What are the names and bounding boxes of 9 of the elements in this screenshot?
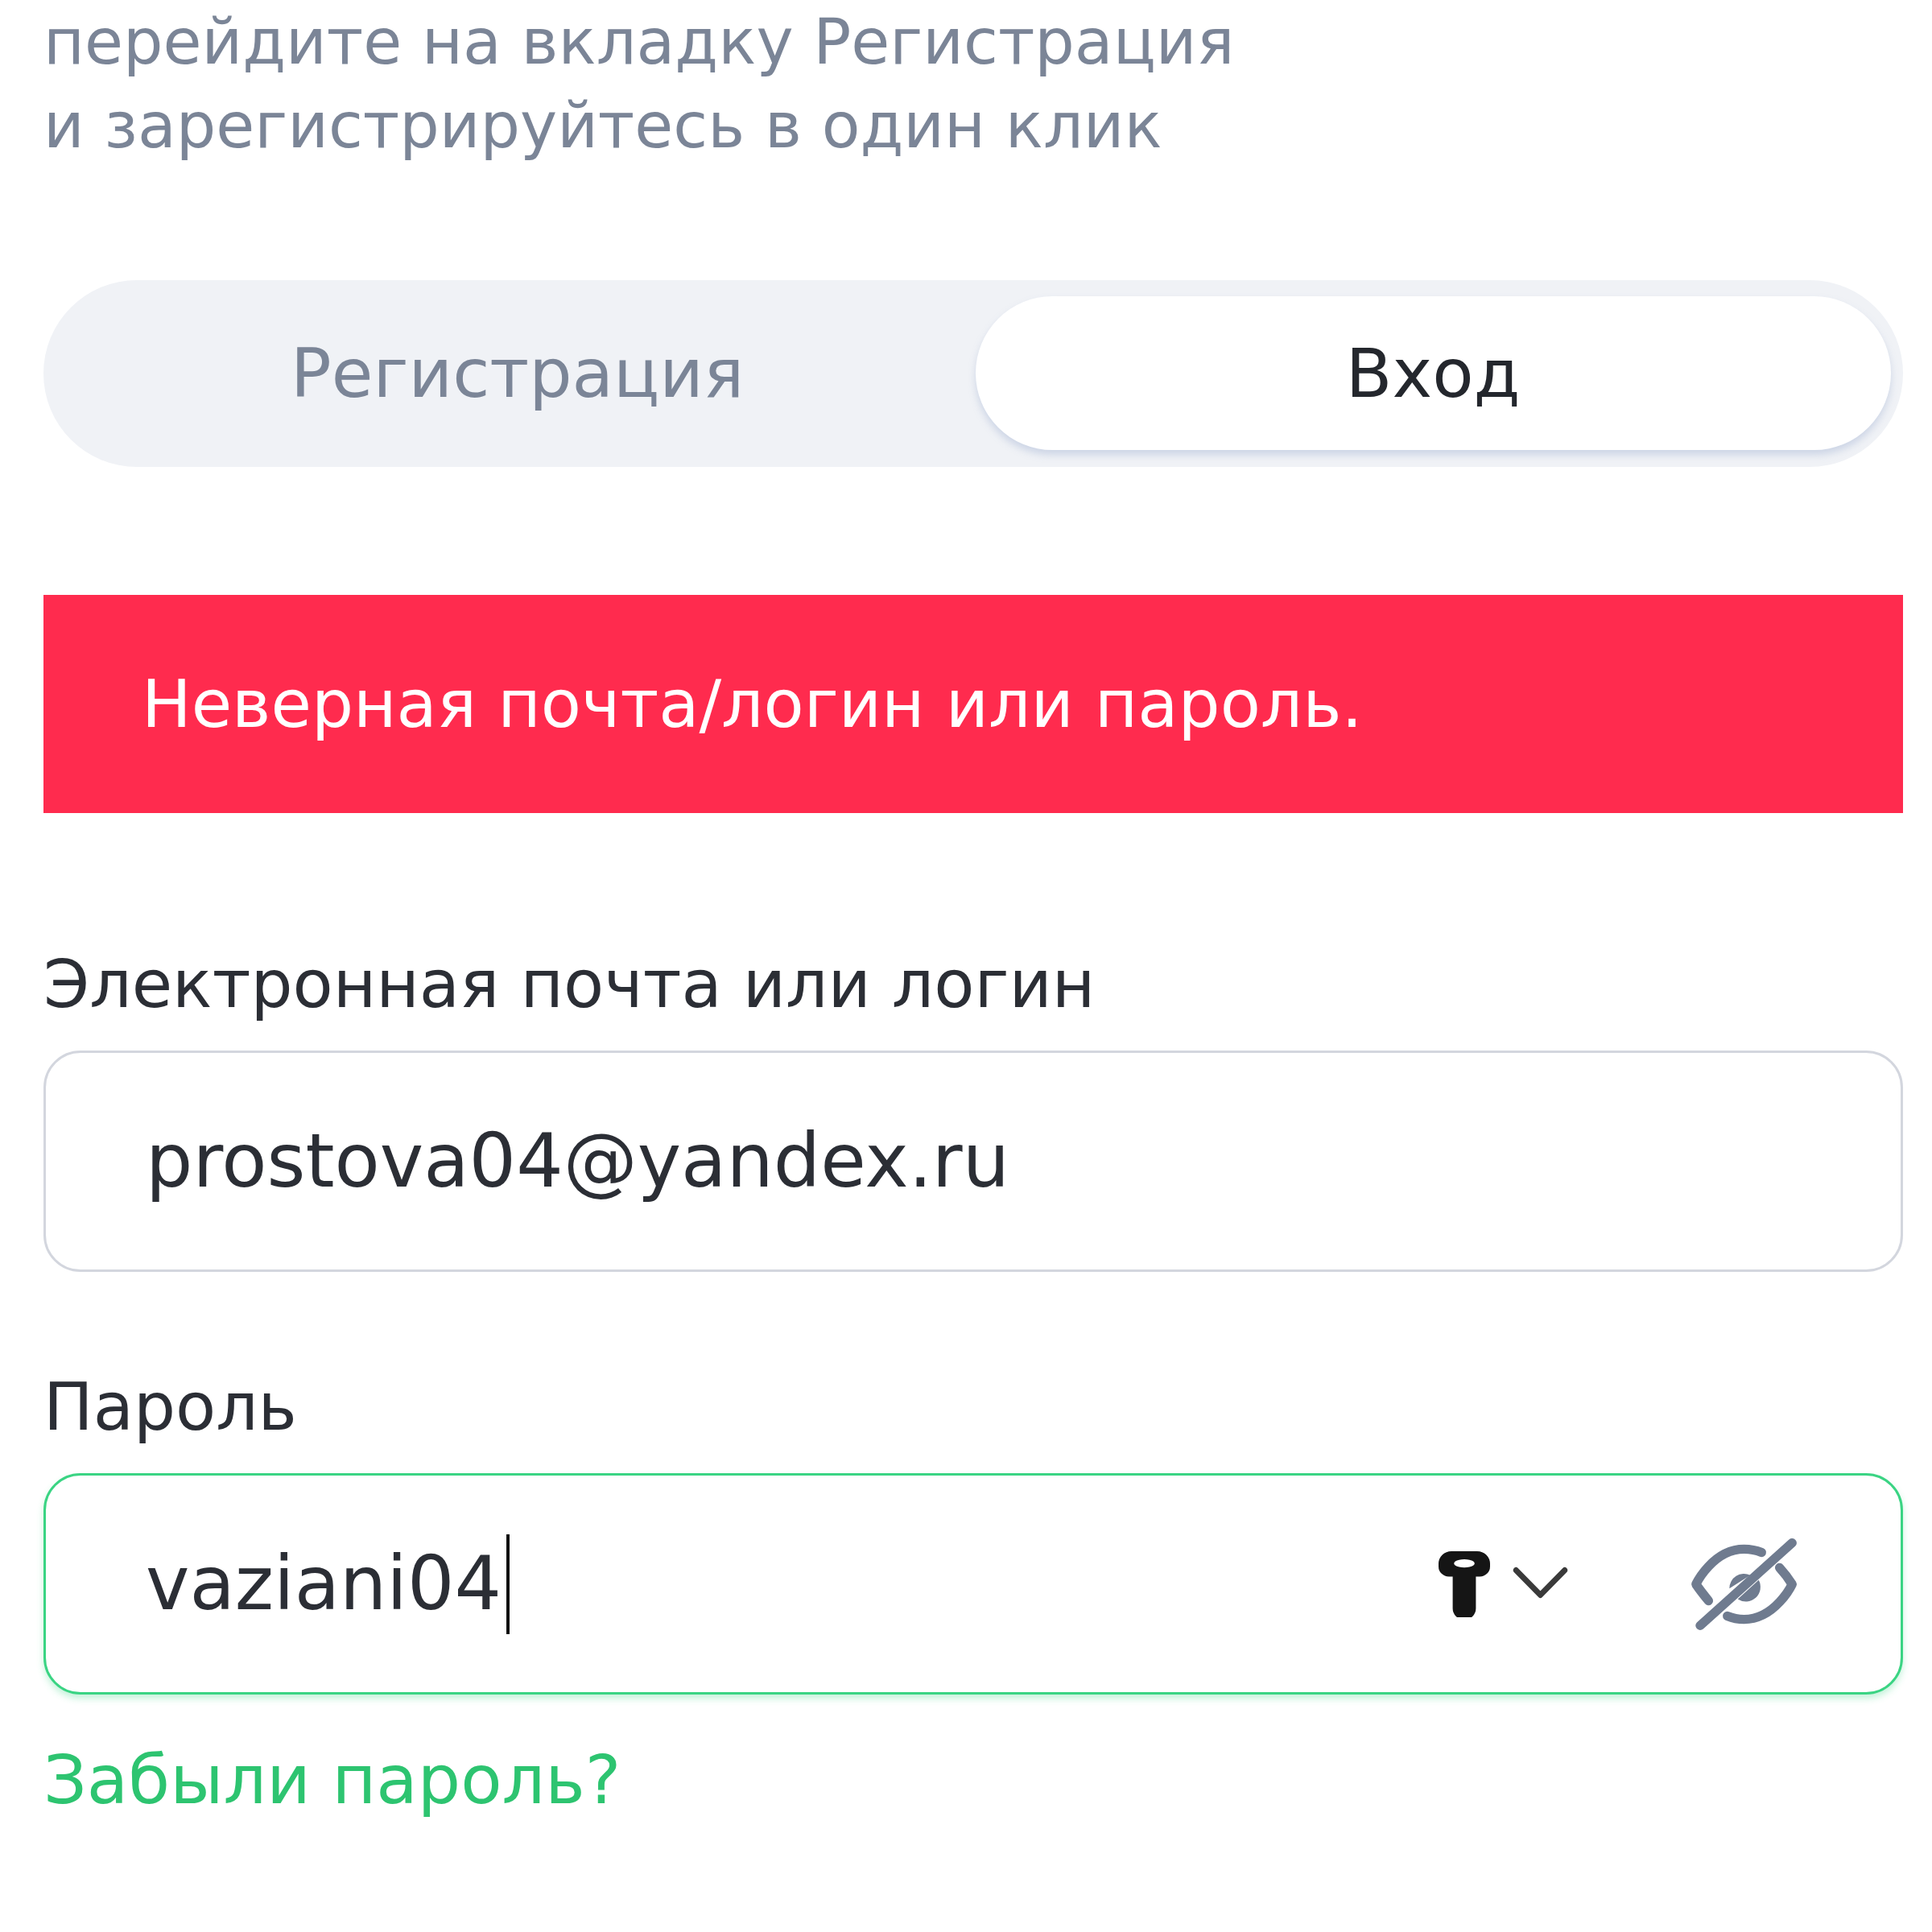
error-message: Неверная почта/логин или пароль.: [43, 595, 1903, 813]
password-field[interactable]: vaziani04: [43, 1473, 1903, 1695]
field-label: Электронная почта или логин: [43, 945, 1096, 1024]
email-field[interactable]: prostova04@yandex.ru: [43, 1051, 1903, 1272]
field-label: Пароль: [43, 1368, 297, 1447]
key-icon[interactable]: [1439, 1550, 1490, 1617]
eye-slash-icon[interactable]: [1690, 1536, 1798, 1632]
tab[interactable]: Вход: [975, 296, 1891, 450]
intro-text: перейдите на вкладку Регистрация и зарегистрируйтесь в один клик: [43, 5, 1236, 163]
